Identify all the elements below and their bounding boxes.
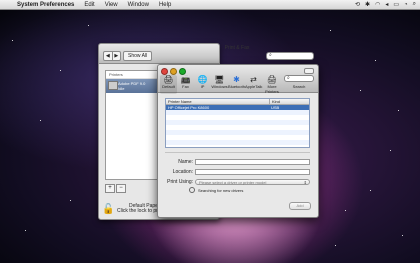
system-preferences-search-input[interactable]: ⌕ (266, 52, 314, 60)
bluetooth-icon: ✱ (233, 75, 240, 84)
add-remove-printer-buttons: + − (105, 184, 127, 193)
tool-bluetooth-label: Bluetooth (228, 84, 245, 89)
column-printer-name[interactable]: Printer Name (166, 99, 270, 104)
divider (165, 152, 310, 153)
menu-system-preferences[interactable]: System Preferences (12, 2, 79, 8)
tool-fax-label: Fax (182, 84, 189, 89)
searching-text: Searching for new drivers (198, 187, 244, 193)
print-using-value: Please select a driver or printer model (199, 179, 267, 185)
searching-status: Searching for new drivers (189, 187, 310, 193)
tool-appletalk-label: AppleTalk (245, 84, 263, 89)
add-printer-button[interactable]: + (105, 184, 115, 193)
volume-icon[interactable]: ◂ (385, 1, 388, 8)
tool-more-printers-label: More Printers (265, 84, 279, 94)
printers-header: Printers (106, 71, 158, 79)
printer-icon (108, 81, 118, 90)
menu-view[interactable]: View (100, 2, 123, 8)
printer-browser-table[interactable]: Printer Name Kind HP Officejet Pro K8600… (165, 98, 310, 148)
tool-more-printers[interactable]: 🖨 More Printers (262, 75, 282, 94)
forward-button[interactable]: ▶ (111, 52, 121, 60)
fax-icon: 📠 (180, 75, 191, 84)
battery-icon[interactable]: ▭ (393, 1, 399, 8)
printer-type-tools: 🖨 Default 📠 Fax 🌐 IP 🖥 Windows ✱ Bluetoo… (160, 75, 282, 94)
spotlight-icon[interactable]: ⌕ (413, 1, 416, 8)
tool-ip[interactable]: 🌐 IP (194, 75, 211, 94)
chevron-down-icon: ⇕ (303, 179, 307, 185)
printer-item-label: Adobe PDF 9.0 Idle (118, 81, 146, 91)
menu-help[interactable]: Help (154, 2, 176, 8)
lock-icon[interactable]: 🔓 (102, 204, 116, 216)
search-input[interactable]: ⌕ (284, 75, 314, 82)
toolbar-toggle-button[interactable] (304, 68, 314, 74)
tool-windows[interactable]: 🖥 Windows (211, 75, 228, 94)
printer-list-item[interactable]: Adobe PDF 9.0 Idle (106, 79, 158, 93)
search-label: Search (292, 84, 306, 89)
globe-icon: 🌐 (197, 75, 208, 84)
tool-windows-label: Windows (211, 84, 228, 89)
empty-rows (166, 110, 309, 145)
menu-extras: ⟲ ✱ ◠ ◂ ▭ ◔ ⌕ (355, 1, 420, 8)
tool-bluetooth[interactable]: ✱ Bluetooth (228, 75, 245, 94)
tool-appletalk[interactable]: ⇄ AppleTalk (245, 75, 262, 94)
search-icon: ⌕ (269, 52, 272, 58)
window-controls (161, 68, 186, 75)
tool-default[interactable]: 🖨 Default (160, 75, 177, 94)
progress-spinner-icon (189, 187, 195, 193)
time-machine-icon[interactable]: ⟲ (355, 1, 360, 8)
printer-kind-cell: USB (271, 105, 280, 110)
close-button[interactable] (161, 68, 168, 75)
print-fax-toolbar: 🖨 Default 📠 Fax 🌐 IP 🖥 Windows ✱ Bluetoo… (158, 65, 318, 94)
tool-ip-label: IP (200, 84, 205, 89)
appletalk-icon: ⇄ (250, 75, 257, 84)
windows-pc-icon: 🖥 (214, 75, 225, 84)
nav-back-forward: ◀ ▶ (103, 51, 121, 61)
default-printer-icon: 🖨 (163, 75, 174, 84)
print-using-label: Print Using: (167, 178, 193, 185)
remove-printer-button[interactable]: − (116, 184, 126, 193)
bluetooth-icon[interactable]: ✱ (365, 1, 370, 8)
location-field[interactable] (195, 168, 310, 175)
location-label: Location: (172, 168, 193, 175)
column-kind[interactable]: Kind (270, 99, 280, 104)
print-fax-window: 🖨 Default 📠 Fax 🌐 IP 🖥 Windows ✱ Bluetoo… (157, 64, 319, 218)
name-label: Name: (178, 158, 193, 165)
menu-edit[interactable]: Edit (79, 2, 99, 8)
zoom-button[interactable] (179, 68, 186, 75)
wifi-icon[interactable]: ◠ (375, 1, 380, 8)
menu-window[interactable]: Window (123, 2, 154, 8)
printer-details-form: Name: Location: Print Using: Please sele… (165, 157, 310, 193)
printer-name-cell: HP Officejet Pro K8600 (168, 105, 210, 110)
search-icon: ⌕ (287, 75, 290, 81)
print-fax-window-title: Print & Fax (224, 45, 250, 51)
print-using-dropdown[interactable]: Please select a driver or printer model … (195, 178, 310, 185)
add-button[interactable]: Add (289, 202, 311, 210)
show-all-button[interactable]: Show All (123, 51, 153, 61)
clock-icon[interactable]: ◔ (404, 2, 408, 8)
minimize-button[interactable] (170, 68, 177, 75)
menu-bar: System Preferences Edit View Window Help… (0, 0, 420, 10)
search-area: ⌕ Search (284, 75, 314, 89)
tool-fax[interactable]: 📠 Fax (177, 75, 194, 94)
name-field[interactable] (195, 158, 310, 165)
tool-default-label: Default (162, 84, 175, 89)
printers-list[interactable]: Printers Adobe PDF 9.0 Idle (105, 70, 159, 180)
back-button[interactable]: ◀ (104, 52, 112, 60)
more-printers-icon: 🖨 (266, 75, 278, 84)
